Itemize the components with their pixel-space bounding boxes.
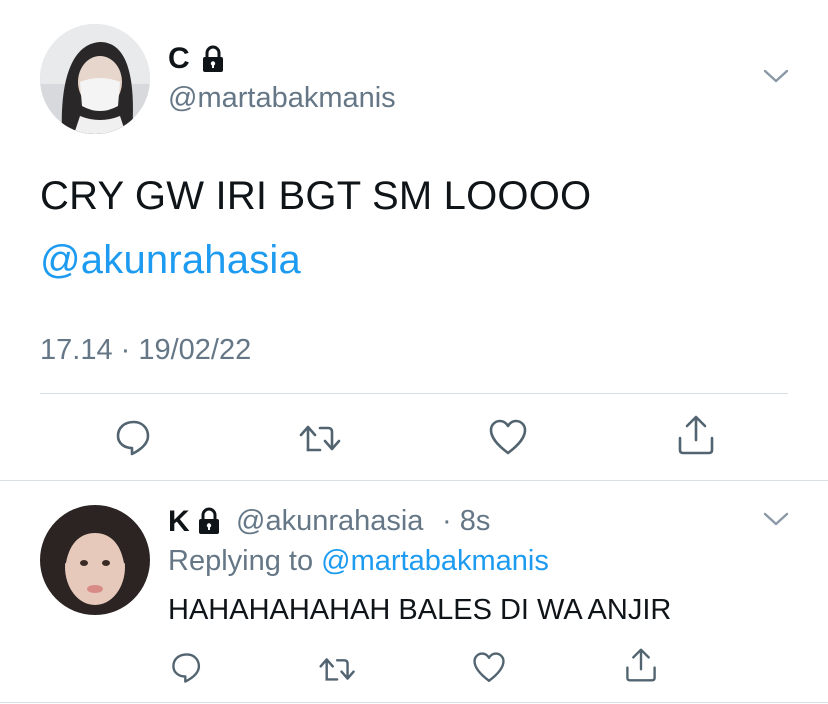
timestamp[interactable]: 17.14 · 19/02/22 [40, 334, 251, 367]
avatar[interactable] [40, 24, 150, 134]
reply-tweet[interactable]: K @akunrahasia · 8s Replying to @martaba… [0, 481, 828, 704]
handle[interactable]: @martabakmanis [168, 82, 396, 115]
lock-icon [198, 44, 228, 79]
replying-to-link[interactable]: @martabakmanis [321, 545, 549, 577]
time-ago[interactable]: · 8s [442, 505, 490, 538]
share-icon[interactable] [624, 647, 658, 683]
heart-icon[interactable] [488, 418, 528, 458]
avatar[interactable] [40, 505, 150, 615]
tweet-text: CRY GW IRI BGT SM LOOOO [40, 174, 592, 218]
handle[interactable]: @akunrahasia [236, 505, 423, 538]
chevron-down-icon[interactable] [762, 66, 790, 86]
lock-icon [194, 506, 224, 541]
replying-prefix: Replying to [168, 545, 314, 577]
chevron-down-icon[interactable] [762, 509, 790, 529]
mention-link[interactable]: @akunrahasia [40, 238, 301, 283]
main-tweet: C @martabakmanis CRY GW IRI BGT SM LOOOO… [0, 0, 828, 481]
comment-icon[interactable] [114, 418, 154, 458]
divider [40, 393, 788, 394]
display-name[interactable]: C [168, 42, 190, 76]
divider [0, 702, 828, 703]
replying-to: Replying to @martabakmanis [168, 545, 549, 578]
retweet-icon[interactable] [318, 653, 358, 685]
display-name[interactable]: K [168, 505, 190, 539]
retweet-icon[interactable] [298, 420, 344, 456]
share-icon[interactable] [676, 414, 716, 456]
tweet-text: HAHAHAHAHAH BALES DI WA ANJIR [168, 594, 672, 626]
comment-icon[interactable] [170, 651, 204, 685]
heart-icon[interactable] [472, 651, 506, 685]
